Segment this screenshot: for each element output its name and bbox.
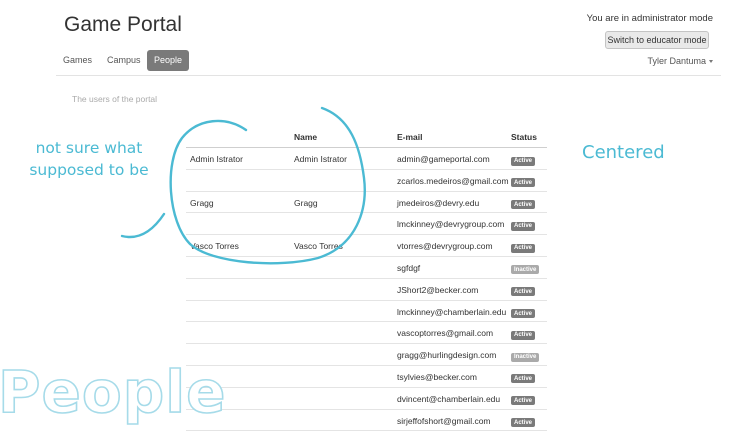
page-title: Game Portal	[64, 13, 182, 36]
row-label-cell: Admin Istrator	[190, 154, 243, 164]
status-badge: Active	[511, 178, 536, 188]
table-row: Vasco Torres Vasco Torres vtorres@devrygro…	[186, 235, 547, 257]
name-cell: Admin Istrator	[294, 154, 347, 164]
annotation-note: not sure what supposed to be	[29, 139, 149, 179]
email-cell: lmckinney@devrygroup.com	[397, 219, 505, 230]
table-row: vascoptorres@gmail.com Active	[186, 322, 547, 345]
status-cell: Active	[511, 176, 536, 188]
column-header-status: Status	[511, 132, 537, 142]
status-badge: Active	[511, 309, 536, 319]
table-row: tsylvies@becker.com Active	[186, 366, 547, 388]
table-row: Admin Istrator Admin Istrator admin@gamepo…	[186, 148, 547, 170]
email-cell: zcarlos.medeiros@gmail.com	[397, 175, 509, 186]
status-badge: Active	[511, 374, 536, 384]
email-cell: sirjeffofshort@gmail.com	[397, 415, 491, 426]
table-row: sgfdgf Inactive	[186, 257, 547, 279]
status-cell: Active	[511, 394, 536, 406]
status-badge: Active	[511, 330, 536, 340]
status-badge: Active	[511, 243, 536, 253]
email-cell: sgfdgf	[397, 262, 421, 273]
tab-games[interactable]: Games	[56, 50, 99, 71]
status-cell: Active	[511, 154, 536, 166]
status-badge: Active	[511, 396, 536, 406]
email-cell: gragg@hurlingdesign.com	[397, 350, 497, 361]
table-row: JShort2@becker.com Active	[186, 279, 547, 301]
status-badge: Active	[511, 156, 536, 166]
table-row: lmckinney@chamberlain.edu Active	[186, 301, 547, 323]
status-cell: Active	[511, 285, 536, 297]
status-cell: Active	[511, 328, 536, 340]
table-row: gragg@hurlingdesign.com Inactive	[186, 344, 547, 366]
email-cell: dvincent@chamberlain.edu	[397, 393, 501, 404]
annotation-centered: Centered	[582, 142, 665, 163]
status-cell: Active	[511, 416, 536, 428]
status-badge: Inactive	[511, 265, 540, 275]
caret-down-icon	[709, 60, 713, 64]
status-badge: Inactive	[511, 352, 540, 362]
column-header-email: E-mail	[397, 132, 423, 142]
table-row: dvincent@chamberlain.edu Active	[186, 388, 547, 410]
nav-divider	[56, 75, 721, 76]
status-badge: Active	[511, 418, 536, 428]
switch-mode-button[interactable]: Switch to educator mode	[605, 31, 709, 49]
status-cell: Active	[511, 241, 536, 253]
status-cell: Active	[511, 198, 536, 210]
table-body: Admin Istrator Admin Istrator admin@gamepo…	[186, 148, 547, 431]
email-cell: tsylvies@becker.com	[397, 371, 477, 382]
row-label-cell: Vasco Torres	[190, 241, 239, 252]
name-cell: Vasco Torres	[294, 241, 343, 252]
table-row: zcarlos.medeiros@gmail.com Active	[186, 170, 547, 192]
tab-people[interactable]: People	[147, 50, 190, 71]
column-header-name: Name	[294, 132, 318, 142]
table-row: lmckinney@devrygroup.com Active	[186, 213, 547, 236]
status-cell: Active	[511, 219, 536, 231]
admin-mode-text: You are in administrator mode	[586, 13, 713, 24]
user-menu[interactable]: Tyler Dantuma	[647, 56, 713, 66]
email-cell: JShort2@becker.com	[397, 284, 479, 295]
email-cell: jmedeiros@devry.edu	[397, 197, 480, 208]
annotation-watermark: People	[0, 358, 227, 426]
status-cell: Active	[511, 307, 536, 319]
page-subtitle: The users of the portal	[72, 94, 158, 104]
tab-campus[interactable]: Campus	[100, 50, 148, 71]
email-cell: admin@gameportal.com	[397, 154, 490, 164]
table-row: sirjeffofshort@gmail.com Active	[186, 410, 547, 431]
row-label-cell: Gragg	[190, 197, 214, 208]
status-badge: Active	[511, 221, 536, 231]
status-cell: Inactive	[511, 263, 540, 275]
table-header: Name E-mail Status	[186, 128, 547, 148]
email-cell: vascoptorres@gmail.com	[397, 328, 494, 339]
status-badge: Active	[511, 200, 536, 210]
status-badge: Active	[511, 287, 536, 297]
user-menu-label: Tyler Dantuma	[647, 56, 706, 66]
name-cell: Gragg	[294, 197, 318, 208]
status-cell: Inactive	[511, 350, 540, 362]
email-cell: vtorres@devrygroup.com	[397, 241, 493, 252]
users-table: Name E-mail Status Admin Istrator Admin I…	[186, 128, 547, 431]
email-cell: lmckinney@chamberlain.edu	[397, 306, 507, 317]
table-row: Gragg Gragg jmedeiros@devry.edu Active	[186, 192, 547, 214]
status-cell: Active	[511, 372, 536, 384]
